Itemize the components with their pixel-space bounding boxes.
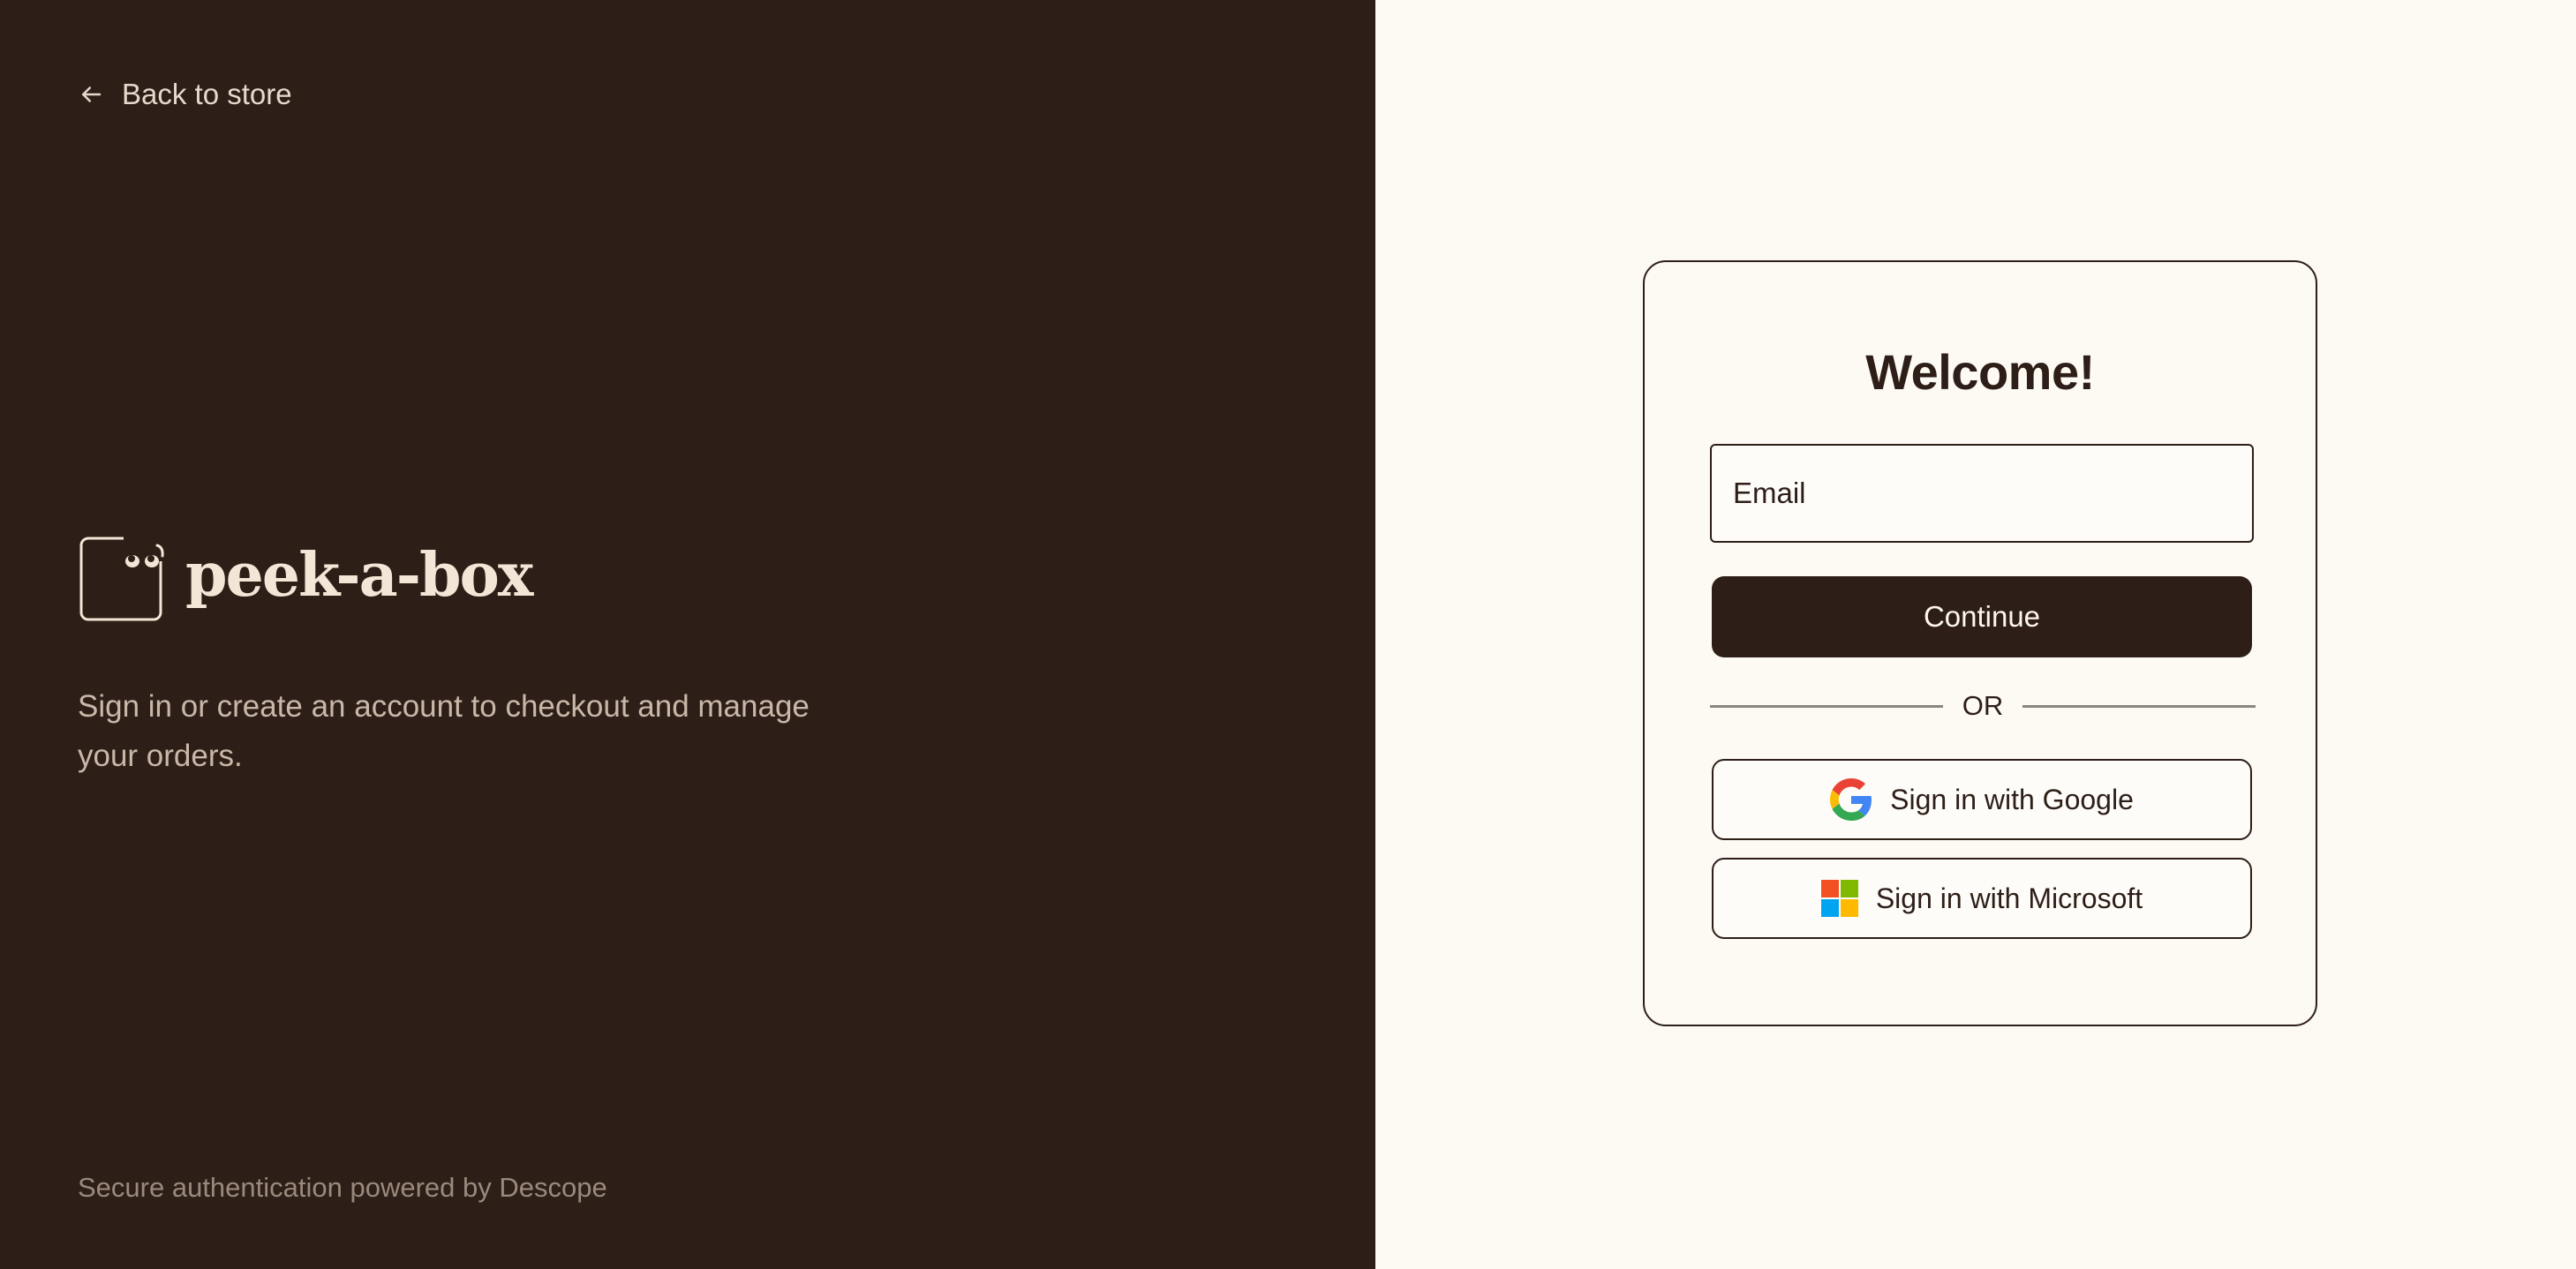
microsoft-icon bbox=[1820, 880, 1858, 917]
google-sign-in-button[interactable]: Sign in with Google bbox=[1712, 759, 2252, 840]
peeking-box-logo bbox=[78, 535, 166, 623]
powered-by-note: Secure authentication powered by Descope bbox=[78, 1172, 607, 1203]
google-sign-in-label: Sign in with Google bbox=[1890, 783, 2134, 815]
continue-button[interactable]: Continue bbox=[1712, 576, 2252, 657]
tagline: Sign in or create an account to checkout… bbox=[78, 689, 810, 773]
or-divider: OR bbox=[1710, 686, 2256, 726]
login-card: Welcome! Continue OR Sign in with Go bbox=[1643, 260, 2317, 1026]
arrow-left-icon bbox=[78, 81, 104, 108]
microsoft-sign-in-button[interactable]: Sign in with Microsoft bbox=[1712, 858, 2252, 939]
or-label: OR bbox=[1962, 690, 2004, 721]
back-to-store-link[interactable]: Back to store bbox=[78, 78, 292, 111]
divider-line-left bbox=[1710, 704, 1943, 708]
welcome-title: Welcome! bbox=[1865, 344, 2095, 400]
microsoft-sign-in-label: Sign in with Microsoft bbox=[1875, 882, 2143, 914]
brand-name: peek-a-box bbox=[185, 540, 533, 611]
brand: peek-a-box bbox=[78, 535, 533, 623]
sign-in-page: Back to store peek-a-box Sign in or crea… bbox=[0, 0, 2576, 1269]
brand-panel: Back to store peek-a-box Sign in or crea… bbox=[0, 0, 1375, 1269]
email-field[interactable] bbox=[1710, 444, 2254, 543]
back-to-store-label: Back to store bbox=[122, 78, 292, 110]
google-icon bbox=[1830, 778, 1872, 821]
form-panel: Welcome! Continue OR Sign in with Go bbox=[1375, 0, 2576, 1269]
divider-line-right bbox=[2022, 704, 2256, 708]
